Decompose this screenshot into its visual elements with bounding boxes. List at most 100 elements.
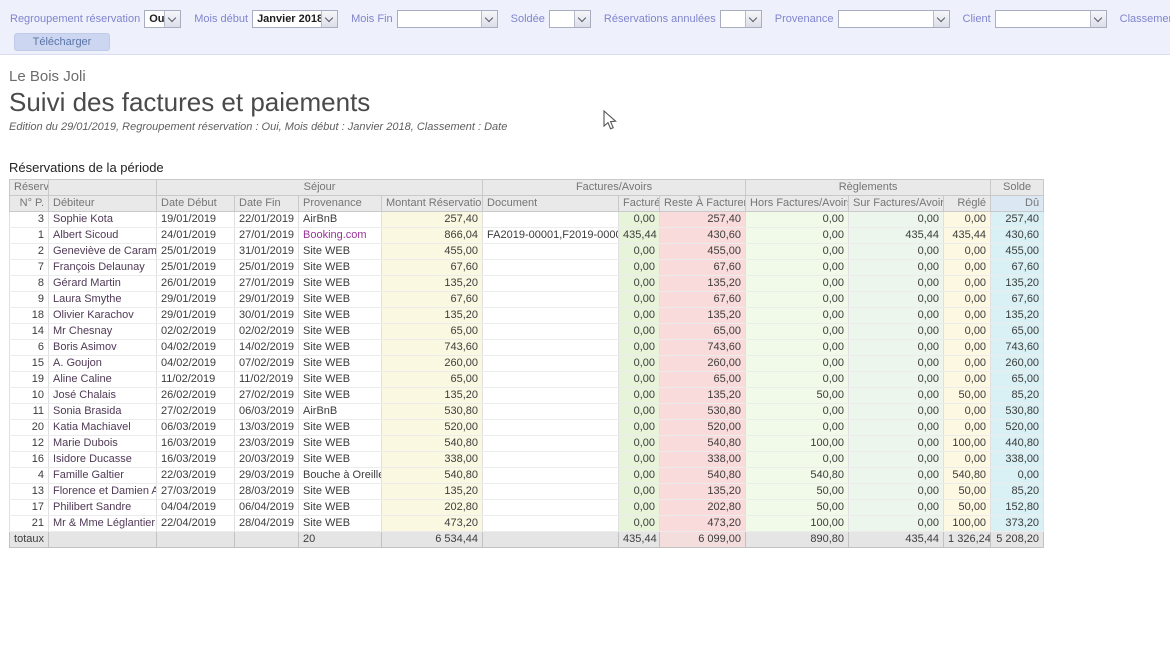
- table-cell: Aline Caline: [49, 372, 157, 388]
- table-cell: 0,00: [619, 452, 660, 468]
- table-row[interactable]: 10José Chalais26/02/201927/02/2019Site W…: [10, 388, 1044, 404]
- provenance-select[interactable]: [838, 10, 950, 28]
- chevron-down-icon[interactable]: [574, 11, 590, 27]
- table-cell: [483, 292, 619, 308]
- mois-debut-value: Janvier 2018: [253, 11, 321, 27]
- table-row[interactable]: 8Gérard Martin26/01/201927/01/2019Site W…: [10, 276, 1044, 292]
- table-cell: 0,00: [849, 388, 944, 404]
- table-cell: 0,00: [619, 340, 660, 356]
- table-cell: 0,00: [849, 516, 944, 532]
- filter-client-label: Client: [963, 13, 991, 25]
- table-cell: 65,00: [660, 372, 746, 388]
- table-cell: 0,00: [944, 260, 991, 276]
- table-cell: Site WEB: [299, 244, 382, 260]
- table-row[interactable]: 20Katia Machiavel06/03/201913/03/2019Sit…: [10, 420, 1044, 436]
- table-cell: 455,00: [382, 244, 483, 260]
- table-cell: Katia Machiavel: [49, 420, 157, 436]
- chevron-down-icon[interactable]: [481, 11, 497, 27]
- table-row[interactable]: 16Isidore Ducasse16/03/201920/03/2019Sit…: [10, 452, 1044, 468]
- reservations-annulees-select[interactable]: [720, 10, 762, 28]
- table-cell: 50,00: [746, 388, 849, 404]
- totals-cell: 435,44: [849, 532, 944, 548]
- table-row[interactable]: 2Geneviève de Carambe25/01/201931/01/201…: [10, 244, 1044, 260]
- table-cell: 135,20: [382, 276, 483, 292]
- table-cell: 435,44: [944, 228, 991, 244]
- table-cell: 18: [10, 308, 49, 324]
- table-cell: Mr Chesnay: [49, 324, 157, 340]
- table-cell: 530,80: [991, 404, 1044, 420]
- table-cell: Olivier Karachov: [49, 308, 157, 324]
- table-cell: 135,20: [660, 484, 746, 500]
- table-row[interactable]: 6Boris Asimov04/02/201914/02/2019Site WE…: [10, 340, 1044, 356]
- table-row[interactable]: 9Laura Smythe29/01/201929/01/2019Site WE…: [10, 292, 1044, 308]
- table-cell: 0,00: [746, 404, 849, 420]
- filter-regroupement: Regroupement réservation Oui: [10, 10, 181, 28]
- company-name: Le Bois Joli: [9, 68, 1170, 85]
- table-cell: 260,00: [382, 356, 483, 372]
- table-cell: 15: [10, 356, 49, 372]
- table-cell: 373,20: [991, 516, 1044, 532]
- table-cell: 0,00: [849, 324, 944, 340]
- table-cell: 27/01/2019: [235, 228, 299, 244]
- table-cell: 0,00: [746, 324, 849, 340]
- table-cell: 0,00: [849, 356, 944, 372]
- table-cell: 25/01/2019: [157, 244, 235, 260]
- table-cell: 65,00: [660, 324, 746, 340]
- table-cell: 520,00: [660, 420, 746, 436]
- table-row[interactable]: 21Mr & Mme Léglantier22/04/201928/04/201…: [10, 516, 1044, 532]
- table-cell: [483, 308, 619, 324]
- table-cell: 257,40: [991, 212, 1044, 228]
- table-cell: 0,00: [619, 212, 660, 228]
- table-cell: Site WEB: [299, 484, 382, 500]
- table-cell: 0,00: [849, 260, 944, 276]
- chevron-down-icon[interactable]: [1090, 11, 1106, 27]
- totals-cell: 20: [299, 532, 382, 548]
- download-button[interactable]: Télécharger: [14, 33, 110, 51]
- page-title: Suivi des factures et paiements: [9, 87, 1170, 118]
- table-cell: François Delaunay: [49, 260, 157, 276]
- table-row[interactable]: 13Florence et Damien Allais27/03/201928/…: [10, 484, 1044, 500]
- table-cell: Booking.com: [299, 228, 382, 244]
- table-cell: 25/01/2019: [157, 260, 235, 276]
- table-cell: [483, 404, 619, 420]
- table-cell: 20: [10, 420, 49, 436]
- table-cell: [483, 436, 619, 452]
- table-row[interactable]: 12Marie Dubois16/03/201923/03/2019Site W…: [10, 436, 1044, 452]
- table-row[interactable]: 19Aline Caline11/02/201911/02/2019Site W…: [10, 372, 1044, 388]
- table-cell: 0,00: [619, 484, 660, 500]
- chevron-down-icon[interactable]: [321, 11, 337, 27]
- table-row[interactable]: 3Sophie Kota19/01/201922/01/2019AirBnB25…: [10, 212, 1044, 228]
- table-row[interactable]: 14Mr Chesnay02/02/201902/02/2019Site WEB…: [10, 324, 1044, 340]
- chevron-down-icon[interactable]: [164, 11, 180, 27]
- table-row[interactable]: 15A. Goujon04/02/201907/02/2019Site WEB2…: [10, 356, 1044, 372]
- table-cell: 0,00: [944, 372, 991, 388]
- table-cell: 22/04/2019: [157, 516, 235, 532]
- table-cell: 0,00: [619, 436, 660, 452]
- table-cell: 435,44: [849, 228, 944, 244]
- table-row[interactable]: 4Famille Galtier22/03/201929/03/2019Bouc…: [10, 468, 1044, 484]
- chevron-down-icon[interactable]: [745, 11, 761, 27]
- table-cell: 02/02/2019: [235, 324, 299, 340]
- filter-client: Client: [963, 10, 1107, 28]
- regroupement-select[interactable]: Oui: [144, 10, 181, 28]
- table-cell: 0,00: [619, 356, 660, 372]
- table-cell: 0,00: [849, 420, 944, 436]
- table-cell: 8: [10, 276, 49, 292]
- table-row[interactable]: 7François Delaunay25/01/201925/01/2019Si…: [10, 260, 1044, 276]
- column-group-header: [49, 180, 157, 196]
- table-cell: 29/03/2019: [235, 468, 299, 484]
- mois-debut-select[interactable]: Janvier 2018: [252, 10, 338, 28]
- chevron-down-icon[interactable]: [933, 11, 949, 27]
- soldee-select[interactable]: [549, 10, 591, 28]
- column-group-header: Règlements: [746, 180, 991, 196]
- table-row[interactable]: 1Albert Sicoud24/01/201927/01/2019Bookin…: [10, 228, 1044, 244]
- client-select[interactable]: [995, 10, 1107, 28]
- table-cell: Site WEB: [299, 308, 382, 324]
- table-cell: [483, 420, 619, 436]
- table-cell: Isidore Ducasse: [49, 452, 157, 468]
- mois-fin-select[interactable]: [397, 10, 498, 28]
- table-row[interactable]: 11Sonia Brasida27/02/201906/03/2019AirBn…: [10, 404, 1044, 420]
- table-row[interactable]: 17Philibert Sandre04/04/201906/04/2019Si…: [10, 500, 1044, 516]
- column-header: Date Fin: [235, 196, 299, 212]
- table-row[interactable]: 18Olivier Karachov29/01/201930/01/2019Si…: [10, 308, 1044, 324]
